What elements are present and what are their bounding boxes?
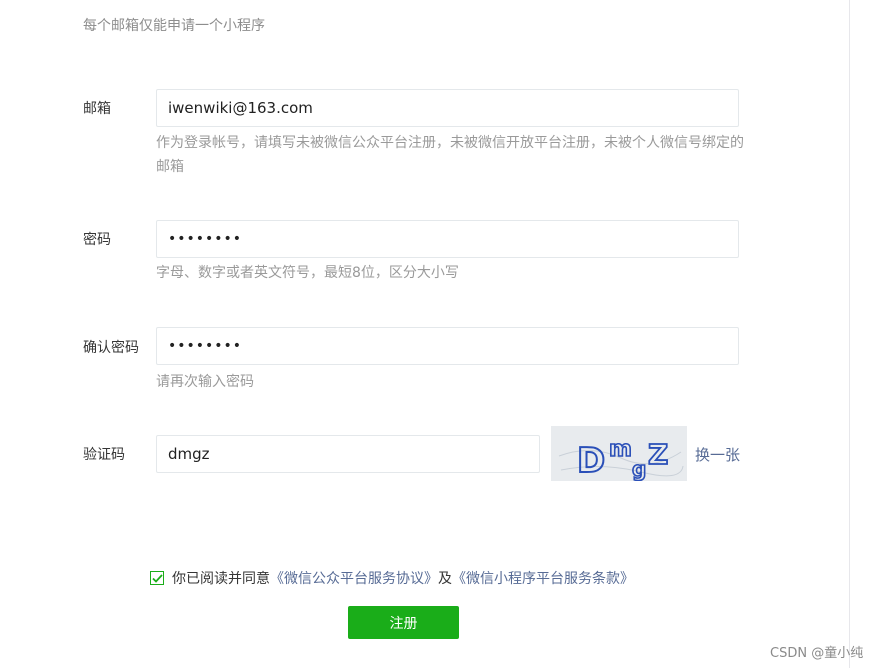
- email-label: 邮箱: [83, 101, 111, 117]
- svg-text:D: D: [577, 441, 605, 481]
- agreement-row: 你已阅读并同意 《微信公众平台服务协议》 及 《微信小程序平台服务条款》: [150, 568, 634, 588]
- email-tip: 作为登录帐号，请填写未被微信公众平台注册，未被微信开放平台注册，未被个人微信号绑…: [156, 135, 744, 175]
- captcha-refresh-link[interactable]: 换一张: [695, 444, 740, 465]
- email-field[interactable]: iwenwiki@163.com: [156, 89, 739, 127]
- agreement-prefix: 你已阅读并同意: [172, 571, 270, 587]
- svg-text:Z: Z: [648, 438, 668, 471]
- password-tip: 字母、数字或者英文符号，最短8位，区分大小写: [156, 265, 459, 281]
- password-label: 密码: [83, 232, 111, 248]
- password-field[interactable]: ••••••••: [156, 220, 739, 258]
- confirm-password-tip: 请再次输入密码: [156, 374, 254, 390]
- agreement-joiner: 及: [438, 571, 452, 587]
- register-button[interactable]: 注册: [348, 606, 459, 639]
- service-agreement-link[interactable]: 《微信公众平台服务协议》: [270, 568, 438, 588]
- watermark: CSDN @童小纯: [770, 646, 864, 661]
- confirm-password-field[interactable]: ••••••••: [156, 327, 739, 365]
- captcha-graphic: D m g Z: [558, 436, 684, 482]
- form-notice: 每个邮箱仅能申请一个小程序: [83, 18, 265, 34]
- confirm-password-label: 确认密码: [83, 340, 139, 356]
- captcha-field[interactable]: dmgz: [156, 435, 540, 473]
- right-divider: [849, 0, 850, 668]
- check-icon: [151, 573, 163, 583]
- captcha-label: 验证码: [83, 447, 125, 463]
- agreement-checkbox[interactable]: [150, 571, 164, 585]
- miniprogram-terms-link[interactable]: 《微信小程序平台服务条款》: [452, 568, 634, 588]
- svg-text:m: m: [609, 437, 632, 462]
- svg-text:g: g: [632, 457, 646, 481]
- captcha-image[interactable]: D m g Z: [551, 426, 687, 482]
